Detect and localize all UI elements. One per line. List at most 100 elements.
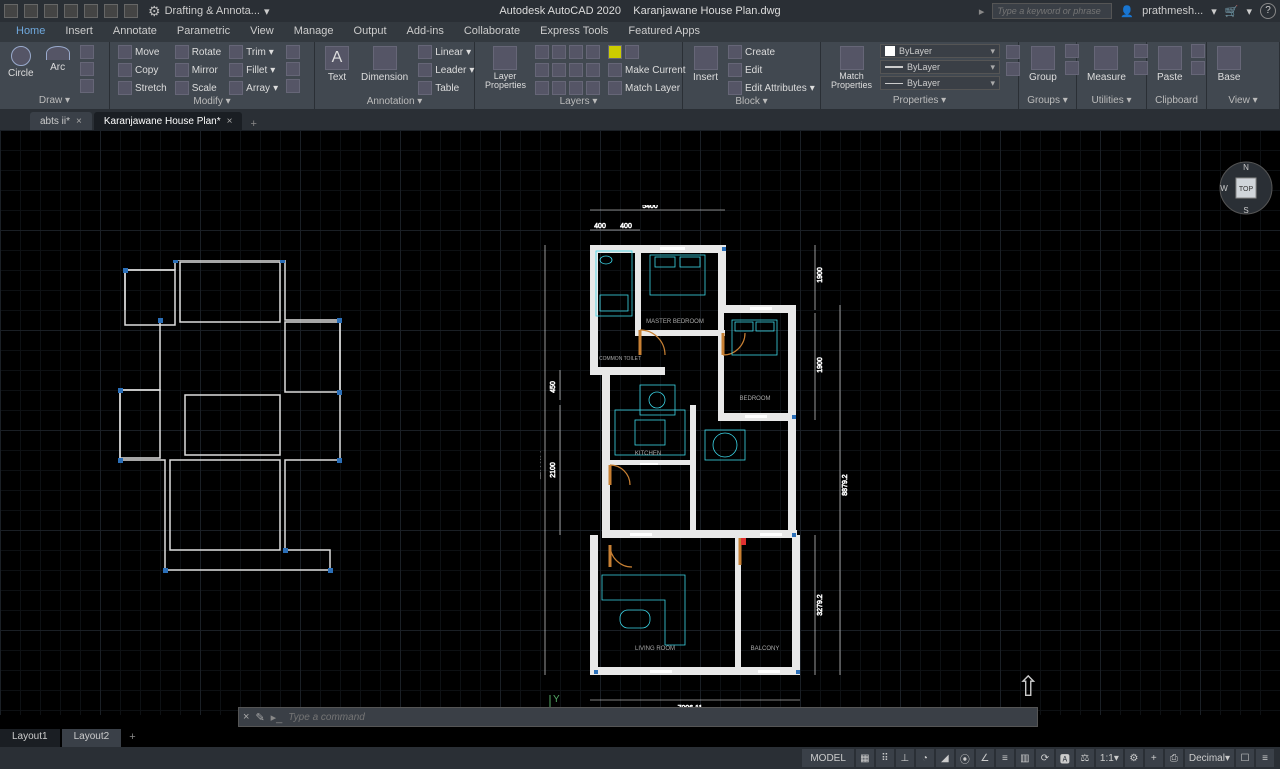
mirror-button[interactable]: Mirror: [173, 62, 223, 78]
lyr-a-icon[interactable]: [535, 45, 549, 59]
lyr-c-icon[interactable]: [569, 45, 583, 59]
cleanscreen-toggle[interactable]: ☐: [1236, 749, 1254, 767]
menu-insert[interactable]: Insert: [55, 22, 103, 42]
add-layout-button[interactable]: +: [123, 729, 141, 747]
annomon2-toggle[interactable]: +: [1145, 749, 1163, 767]
insert-button[interactable]: Insert: [689, 44, 722, 85]
tab-abts[interactable]: abts ii*×: [30, 112, 92, 130]
text-button[interactable]: AText: [321, 44, 353, 85]
mod-misc-3[interactable]: [284, 78, 302, 94]
lyr-j-icon[interactable]: [552, 81, 566, 95]
menu-output[interactable]: Output: [344, 22, 397, 42]
leader-button[interactable]: Leader▾: [416, 62, 476, 78]
bedit-button[interactable]: Edit: [726, 62, 817, 78]
lyr-l-icon[interactable]: [586, 81, 600, 95]
command-input[interactable]: [288, 712, 1033, 723]
user-name[interactable]: prathmesh...: [1142, 5, 1203, 17]
menu-addins[interactable]: Add-ins: [397, 22, 454, 42]
match-button[interactable]: Match Properties: [827, 44, 876, 92]
add-tab-button[interactable]: +: [244, 118, 262, 130]
arc-button[interactable]: Arc: [42, 44, 74, 75]
cycling-toggle[interactable]: ⟳: [1036, 749, 1054, 767]
color-combo[interactable]: ByLayer▾: [880, 44, 1000, 58]
workspace-switcher[interactable]: ⚙ Drafting & Annota... ▾: [148, 3, 269, 20]
lyr-k-icon[interactable]: [569, 81, 583, 95]
table-button[interactable]: Table: [416, 80, 476, 96]
draw-misc-1[interactable]: [78, 44, 96, 60]
rotate-button[interactable]: Rotate: [173, 44, 223, 60]
panel-block-title[interactable]: Block ▾: [689, 96, 814, 109]
lyr-b-icon[interactable]: [552, 45, 566, 59]
scale-combo[interactable]: 1:1 ▾: [1096, 749, 1123, 767]
lyr-f-icon[interactable]: [552, 63, 566, 77]
viewcube[interactable]: TOP N S W: [1218, 160, 1274, 216]
menu-manage[interactable]: Manage: [284, 22, 344, 42]
snap-toggle[interactable]: ⠿: [876, 749, 894, 767]
qat-save-icon[interactable]: [44, 4, 58, 18]
qat-open-icon[interactable]: [24, 4, 38, 18]
paste-button[interactable]: Paste: [1153, 44, 1187, 85]
menu-view[interactable]: View: [240, 22, 284, 42]
util-b-icon[interactable]: [1134, 61, 1148, 75]
qat-plot-icon[interactable]: [84, 4, 98, 18]
draw-misc-3[interactable]: [78, 78, 96, 94]
editattr-button[interactable]: Edit Attributes▾: [726, 80, 817, 96]
create-button[interactable]: Create: [726, 44, 817, 60]
qat-saveas-icon[interactable]: [64, 4, 78, 18]
copy2-icon[interactable]: [1191, 61, 1205, 75]
search-input[interactable]: [992, 3, 1112, 19]
measure-button[interactable]: Measure: [1083, 44, 1130, 85]
util-a-icon[interactable]: [1134, 44, 1148, 58]
lyr-i-icon[interactable]: [535, 81, 549, 95]
makecurrent-button[interactable]: Make Current: [606, 62, 688, 78]
osnap-toggle[interactable]: ⦿: [956, 749, 974, 767]
group-button[interactable]: Group: [1025, 44, 1061, 85]
iso-toggle[interactable]: ◢: [936, 749, 954, 767]
panel-draw-title[interactable]: Draw ▾: [6, 95, 103, 109]
mod-misc-2[interactable]: [284, 61, 302, 77]
close-icon[interactable]: ×: [243, 711, 249, 723]
lyr-h-icon[interactable]: [586, 63, 600, 77]
menu-parametric[interactable]: Parametric: [167, 22, 240, 42]
base-button[interactable]: Base: [1213, 44, 1245, 85]
move-button[interactable]: Move: [116, 44, 169, 60]
menu-featured[interactable]: Featured Apps: [618, 22, 710, 42]
draw-misc-2[interactable]: [78, 61, 96, 77]
command-line[interactable]: × ✎ ▸_: [238, 707, 1038, 727]
close-icon[interactable]: ×: [227, 116, 233, 127]
tab-layout2[interactable]: Layout2: [62, 729, 122, 747]
array-button[interactable]: Array▾: [227, 80, 280, 96]
panel-clipboard-title[interactable]: Clipboard: [1153, 95, 1200, 109]
cart-icon[interactable]: 🛒: [1225, 5, 1239, 18]
mod-misc-1[interactable]: [284, 44, 302, 60]
panel-annotation-title[interactable]: Annotation ▾: [321, 96, 468, 109]
model-button[interactable]: MODEL: [802, 749, 854, 767]
units-combo[interactable]: Decimal ▾: [1185, 749, 1234, 767]
stretch-button[interactable]: Stretch: [116, 80, 169, 96]
grid-toggle[interactable]: ▦: [856, 749, 874, 767]
lyr-e-icon[interactable]: [535, 63, 549, 77]
qat-redo-icon[interactable]: [124, 4, 138, 18]
transparency-toggle[interactable]: ▥: [1016, 749, 1034, 767]
drawing-canvas[interactable]: 5400 400 400 7096.11 11779.04 450 2100 8…: [0, 130, 1280, 715]
hw-toggle[interactable]: ⎙: [1165, 749, 1183, 767]
qat-undo-icon[interactable]: [104, 4, 118, 18]
lyr-d-icon[interactable]: [586, 45, 600, 59]
fillet-button[interactable]: Fillet▾: [227, 62, 280, 78]
menu-express[interactable]: Express Tools: [530, 22, 618, 42]
panel-properties-title[interactable]: Properties ▾: [827, 95, 1012, 109]
exchange-icon[interactable]: ▾: [1211, 5, 1217, 18]
panel-utilities-title[interactable]: Utilities ▾: [1083, 95, 1140, 109]
menu-annotate[interactable]: Annotate: [103, 22, 167, 42]
menu-home[interactable]: Home: [6, 22, 55, 42]
scale-button[interactable]: Scale: [173, 80, 223, 96]
layer-combo[interactable]: [606, 44, 688, 60]
signin-icon[interactable]: 👤: [1120, 5, 1134, 18]
help-icon[interactable]: ?: [1260, 3, 1276, 19]
lyr-g-icon[interactable]: [569, 63, 583, 77]
panel-groups-title[interactable]: Groups ▾: [1025, 95, 1070, 109]
copy-button[interactable]: Copy: [116, 62, 169, 78]
dimension-button[interactable]: Dimension: [357, 44, 412, 85]
customize-toggle[interactable]: ≡: [1256, 749, 1274, 767]
otrack-toggle[interactable]: ∠: [976, 749, 994, 767]
